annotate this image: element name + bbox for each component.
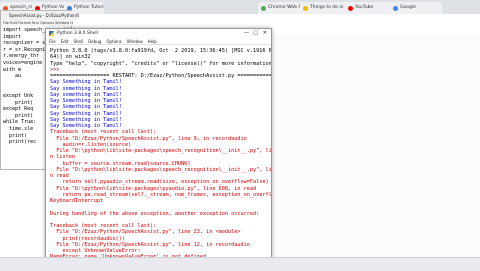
browser-toolbar	[220, 14, 480, 28]
maximize-button[interactable]: □	[253, 29, 258, 38]
code-line: except Req	[3, 106, 34, 113]
code-line: voices=engine	[3, 60, 43, 66]
code-line: print(	[3, 132, 28, 139]
shell-menu-file[interactable]: File	[49, 38, 56, 45]
shell-menu-edit[interactable]: Edit	[61, 38, 69, 45]
shell-menu-bar: File Edit Shell Debug Options Window Help	[46, 38, 271, 45]
minimize-button[interactable]: —	[244, 29, 249, 38]
editor-menu-bar[interactable]: File Edit Format Run Options Window Help	[1, 20, 73, 26]
tab-favicon-icon	[393, 6, 398, 11]
python-shell-window: Python 3.8.0 Shell — □ ✕ File Edit Shell De…	[45, 28, 272, 270]
shell-menu-shell[interactable]: Shell	[73, 38, 83, 45]
shell-line: File "D:\python\lib\site-packages\speech…	[56, 166, 271, 173]
shell-title: Python 3.8.0 Shell	[57, 31, 98, 36]
code-line: print(	[3, 99, 34, 106]
taskbar	[0, 257, 480, 271]
code-line: recognizer = sr.	[3, 40, 52, 47]
tab-favicon-icon	[303, 6, 308, 11]
shell-line: File "D:\python\lib\site-packages\speech…	[56, 148, 271, 154]
python-icon	[49, 31, 54, 36]
shell-menu-help[interactable]: Help	[148, 38, 157, 45]
browser-tab[interactable]: Google	[390, 2, 442, 14]
shell-line: Type "help", "copyright", "credits" or "…	[50, 60, 271, 67]
shell-menu-window[interactable]: Window	[127, 38, 143, 45]
code-line: with m	[3, 66, 22, 73]
code-line: au	[3, 73, 22, 80]
shell-line: KeyboardInterrupt	[50, 198, 104, 204]
shell-title-bar: Python 3.8.0 Shell — □ ✕	[46, 29, 271, 38]
shell-output[interactable]: Python 3.8.0 (tags/v3.8.0:fa919fd, Oct 2…	[46, 46, 271, 269]
code-line: time.sle	[3, 126, 34, 132]
shell-menu-options[interactable]: Options	[106, 38, 121, 45]
browser-tab-label: Python Tutorial	[74, 5, 104, 10]
tab-favicon-icon	[261, 6, 266, 11]
tab-favicon-icon	[348, 6, 353, 11]
shell-menu-debug[interactable]: Debug	[88, 38, 101, 45]
code-line: while True:	[3, 119, 37, 126]
browser-tab-label: YouTube	[355, 5, 374, 10]
editor-title: SpeechAssist.py - D:/Ezaz/Python/SpeechA…	[1, 11, 79, 20]
shell-line: During handling of the above exception, …	[50, 210, 260, 217]
code-line: except Unk	[3, 93, 34, 99]
browser-tab-label: Google	[400, 5, 416, 10]
code-line: import	[3, 33, 22, 40]
close-button[interactable]: ✕	[263, 29, 267, 38]
code-line: print(	[3, 112, 34, 119]
code-line: r.energy_thr	[3, 53, 40, 60]
code-line: print(rec	[3, 139, 37, 146]
